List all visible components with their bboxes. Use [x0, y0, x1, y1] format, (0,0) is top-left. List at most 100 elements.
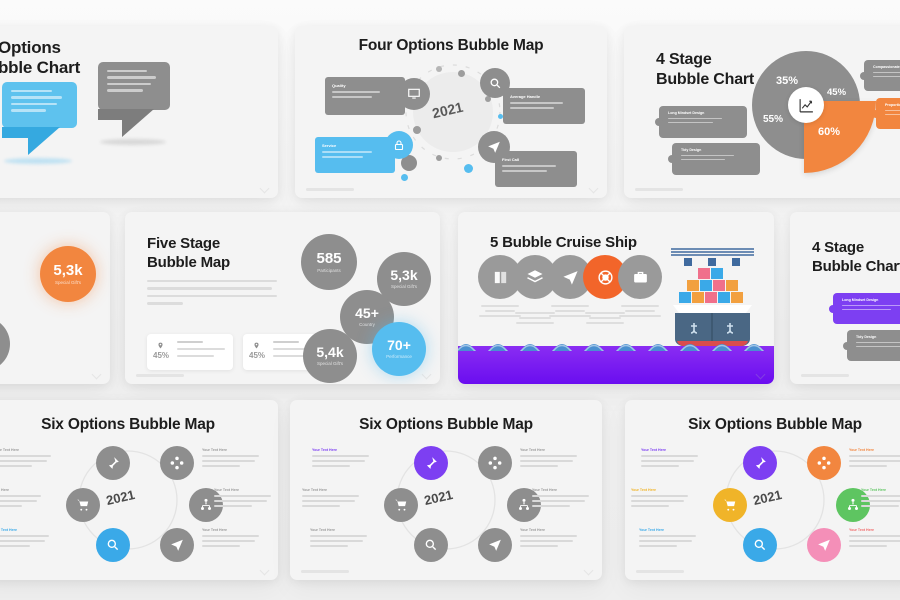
- tag-tidy-design[interactable]: Tidy Design: [843, 330, 900, 361]
- option-bubble-search[interactable]: [743, 528, 777, 562]
- slide-card-bubbles-clipped-left[interactable]: 5 5,3k Special Gift's 45+ Country 70+ Pe…: [0, 212, 110, 384]
- bubble-shadow-3: [100, 139, 166, 145]
- option-bubble-cart[interactable]: [384, 488, 418, 522]
- option-bubble-share[interactable]: [807, 446, 841, 480]
- watermark: [636, 570, 684, 573]
- slide-card-six-options-gray[interactable]: Six Options Bubble Map 2021 Your Text He…: [0, 400, 278, 580]
- option-text-2: Your Text Here: [520, 448, 582, 470]
- callout-tail-3: [98, 109, 154, 137]
- option-bubble-share[interactable]: [160, 446, 194, 480]
- tag-long-mindset-design[interactable]: Long Mindset Design: [829, 293, 900, 324]
- resize-handle-icon: [583, 565, 594, 576]
- slide-gallery: Options bble Chart Four Options Bubble M…: [0, 0, 900, 600]
- option-box-average-handle[interactable]: Average Handle: [503, 88, 585, 124]
- watermark: [801, 374, 849, 377]
- option-bubble-share[interactable]: [478, 446, 512, 480]
- watermark: [306, 188, 354, 191]
- option-text-4: Your Text Here: [532, 488, 594, 510]
- option-text-5: Your Text Here: [310, 528, 372, 550]
- option-bubble-search[interactable]: [414, 528, 448, 562]
- option-text-6: Your Text Here: [849, 528, 900, 550]
- tag-long-mindset-design[interactable]: Long Mindset Design: [655, 106, 747, 138]
- location-icon: [253, 341, 260, 350]
- option-text-6: Your Text Here: [520, 528, 582, 550]
- location-icon: [157, 341, 164, 350]
- option-bubble-pin[interactable]: [743, 446, 777, 480]
- resize-handle-icon: [91, 369, 102, 380]
- bubble-performance[interactable]: 70+ Performance: [372, 322, 426, 376]
- pie-label-60: 60%: [818, 126, 841, 138]
- bubble-stat-performance[interactable]: 70+ Performance: [0, 317, 10, 371]
- stat-percent: 45%: [153, 351, 170, 360]
- growth-chart-icon: [788, 87, 824, 123]
- option-bubble-cart[interactable]: [713, 488, 747, 522]
- callout-bubble-2[interactable]: [2, 82, 77, 128]
- water-waves: [458, 344, 765, 351]
- option-text-5: Your Text Here: [0, 528, 54, 550]
- orbit-dot: [458, 70, 465, 77]
- pie-label-45: 45%: [827, 87, 847, 98]
- orbit-dot: [413, 126, 421, 134]
- option-bubble-send[interactable]: [160, 528, 194, 562]
- option-bubble-send[interactable]: [807, 528, 841, 562]
- page-title: Options bble Chart: [0, 38, 81, 77]
- option-text-3: Your Text Here: [302, 488, 364, 510]
- slide-card-options-bubble-chart[interactable]: Options bble Chart: [0, 26, 278, 198]
- option-bubble-send[interactable]: [478, 528, 512, 562]
- lock-icon: [385, 131, 413, 159]
- tag-compassionate-design[interactable]: Compassionate Design: [860, 60, 900, 91]
- resize-handle-icon: [259, 565, 270, 576]
- stage-bubble-briefcase[interactable]: [618, 255, 662, 299]
- bubble-special-gifts-2[interactable]: 5,4k Special Gift's: [303, 329, 357, 383]
- option-text-5: Your Text Here: [639, 528, 701, 550]
- slide-card-four-stage-bubble-chart[interactable]: 4 Stage Bubble Chart 35% 45% 55% 60% Lon…: [624, 26, 900, 198]
- pie-label-35: 35%: [776, 75, 799, 87]
- callout-bubble-3[interactable]: [98, 62, 170, 110]
- watermark: [301, 570, 349, 573]
- slide-card-four-options-bubble-map[interactable]: Four Options Bubble Map 2021 Quality Ave…: [295, 26, 607, 198]
- option-text-2: Your Text Here: [849, 448, 900, 470]
- option-text-3: Your Text Here: [631, 488, 693, 510]
- page-title: 4 Stage Bubble Chart: [812, 239, 900, 275]
- stat-percent: 45%: [249, 351, 266, 360]
- stat-mini-card[interactable]: 45% Your Text Here A wonderful serenity …: [147, 334, 233, 370]
- page-title: 5 Bubble Cruise Ship: [490, 234, 637, 251]
- slide-card-five-stage-bubble-map[interactable]: Five Stage Bubble Map Lorem Ipsum is sim…: [125, 212, 440, 384]
- slide-card-four-stage-bubble-chart-purple[interactable]: 4 Stage Bubble Chart Long Mindset Design…: [790, 212, 900, 384]
- option-box-first-call[interactable]: First Call: [495, 151, 577, 187]
- option-text-1: Your Text Here: [0, 448, 56, 470]
- option-box-service[interactable]: Service: [315, 137, 395, 173]
- option-bubble-pin[interactable]: [96, 446, 130, 480]
- page-title: Four Options Bubble Map: [358, 37, 544, 54]
- page-title: Six Options Bubble Map: [359, 416, 533, 433]
- option-text-4: Your Text Here: [861, 488, 900, 510]
- option-text-3: Your Text Here: [0, 488, 46, 510]
- page-title: Six Options Bubble Map: [688, 416, 862, 433]
- tag-proportionate-design[interactable]: Proportionate Design: [872, 98, 900, 129]
- pie-label-55: 55%: [763, 114, 784, 125]
- orbit-dot: [401, 174, 408, 181]
- option-text-4: Your Text Here: [214, 488, 276, 510]
- slide-card-six-options-purple[interactable]: Six Options Bubble Map 2021 Your Text He…: [290, 400, 602, 580]
- cruise-ship-illustration: [665, 243, 760, 348]
- page-title: Six Options Bubble Map: [41, 416, 215, 433]
- orbit-dot: [436, 66, 442, 72]
- bubble-participants[interactable]: 585 Participants: [301, 234, 357, 290]
- option-bubble-search[interactable]: [96, 528, 130, 562]
- bubble-shadow-2: [4, 158, 72, 164]
- watermark: [136, 374, 184, 377]
- slide-card-cruise-ship[interactable]: 5 Bubble Cruise Ship: [458, 212, 774, 384]
- stage-text: [614, 305, 666, 320]
- option-bubble-cart[interactable]: [66, 488, 100, 522]
- orbit-dot: [464, 164, 473, 173]
- callout-tail-2: [2, 127, 60, 155]
- slide-card-six-options-color[interactable]: Six Options Bubble Map 2021 Your Text He…: [625, 400, 900, 580]
- option-text-6: Your Text Here: [202, 528, 264, 550]
- water: [458, 346, 774, 384]
- option-bubble-pin[interactable]: [414, 446, 448, 480]
- option-text-1: Your Text Here: [312, 448, 374, 470]
- bubble-stat-orange[interactable]: 5,3k Special Gift's: [40, 246, 96, 302]
- tag-tidy-design[interactable]: Tidy Design: [668, 143, 760, 175]
- orbit-dot: [436, 155, 442, 161]
- option-box-quality[interactable]: Quality: [325, 77, 405, 115]
